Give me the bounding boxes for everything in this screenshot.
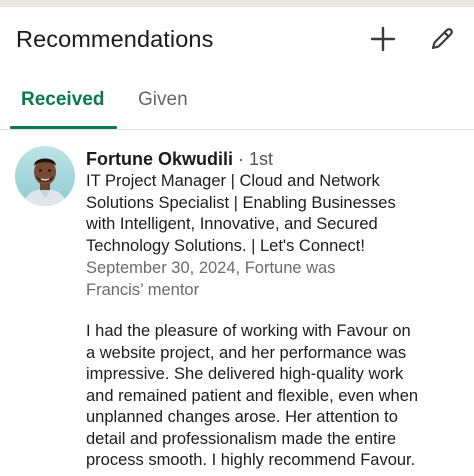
recommender-name[interactable]: Fortune Okwudili (86, 149, 233, 169)
tab-received[interactable]: Received (21, 89, 104, 111)
active-tab-indicator (10, 126, 117, 129)
meta-line: Francis’ mentor (86, 280, 200, 299)
recommendation-text: I had the pleasure of working with Favou… (86, 321, 472, 472)
headline-line: Solutions Specialist | Enabling Business… (86, 193, 396, 212)
add-recommendation-button[interactable] (367, 23, 399, 55)
body-line: I had the pleasure of working with Favou… (86, 322, 411, 340)
body-line: and remained patient and flexible, even … (86, 386, 419, 405)
pencil-icon (431, 28, 453, 50)
relationship-meta: September 30, 2024, Fortune was Francis’… (86, 258, 472, 301)
edit-button[interactable] (426, 23, 458, 55)
headline-line: with Intelligent, Innovative, and Secure… (86, 215, 378, 233)
plus-icon (370, 26, 396, 52)
body-line: detail and professionalism made the enti… (86, 429, 397, 448)
recommendations-screen: Recommendations Received Given Fortune O… (0, 0, 474, 476)
headline-line: IT Project Manager | Cloud and Network (86, 172, 380, 190)
avatar[interactable] (15, 146, 75, 206)
status-strip (0, 0, 474, 7)
avatar-photo (15, 146, 75, 206)
page-title: Recommendations (16, 26, 214, 52)
meta-line: September 30, 2024, Fortune was (86, 259, 336, 277)
body-line: a website project, and her performance w… (86, 343, 407, 362)
tab-bar: Received Given (0, 71, 474, 130)
headline-line: Technology Solutions. | Let's Connect! (86, 236, 365, 255)
body-line: process smooth. I highly recommend Favou… (86, 451, 416, 469)
recommendation-content: Fortune Okwudili · 1st IT Project Manage… (86, 148, 472, 472)
body-line: unplanned changes arose. Her attention t… (86, 408, 398, 426)
connection-degree: · 1st (233, 149, 274, 169)
recommender-headline: IT Project Manager | Cloud and Network S… (86, 171, 472, 257)
recommender-row: Fortune Okwudili · 1st (86, 148, 472, 170)
tab-given[interactable]: Given (138, 89, 188, 111)
body-line: impressive. She delivered high-quality w… (86, 365, 404, 383)
recommendation-item: Fortune Okwudili · 1st IT Project Manage… (0, 130, 474, 476)
header: Recommendations (0, 7, 474, 71)
